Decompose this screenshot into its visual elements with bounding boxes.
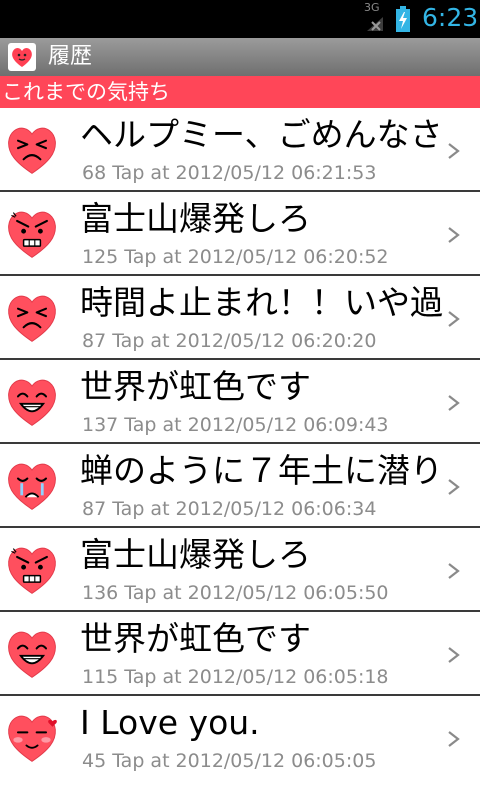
history-meta: 137 Tap at 2012/05/12 06:09:43 (82, 414, 389, 436)
status-bar: 3G 6:23 (0, 0, 480, 38)
troubled-face-icon (8, 127, 56, 174)
signal-icon (367, 17, 383, 31)
history-meta: 115 Tap at 2012/05/12 06:05:18 (82, 666, 389, 688)
page-title: 履歴 (48, 44, 93, 69)
history-list[interactable]: ヘルプミー、ごめんなさ 68 Tap at 2012/05/12 06:21:5… (0, 108, 480, 800)
history-row[interactable]: I Love you. 45 Tap at 2012/05/12 06:05:0… (0, 696, 480, 780)
history-message: 富士山爆発しろ (80, 535, 311, 574)
history-message: ヘルプミー、ごめんなさ (80, 115, 443, 154)
history-row[interactable]: 富士山爆発しろ 136 Tap at 2012/05/12 06:05:50 (0, 528, 480, 612)
crying-face-icon (8, 463, 56, 510)
chevron-right-icon (448, 479, 460, 495)
title-bar: 履歴 (0, 38, 480, 76)
history-message: 富士山爆発しろ (80, 199, 311, 238)
network-type-label: 3G (364, 1, 380, 14)
history-message: 時間よ止まれ！！いや過 (80, 283, 443, 322)
laughing-face-icon (8, 631, 56, 678)
status-time: 6:23 (422, 3, 479, 32)
angry-face-icon (8, 211, 56, 258)
chevron-right-icon (448, 311, 460, 327)
phone-screen: 3G 6:23 履歴 これまでの気持ち ヘルプミー、ごめんなさ 68 Tap a… (0, 0, 480, 800)
troubled-face-icon (8, 295, 56, 342)
laughing-face-icon (8, 379, 56, 426)
history-message: I Love you. (80, 703, 260, 742)
history-meta: 125 Tap at 2012/05/12 06:20:52 (82, 246, 389, 268)
history-meta: 87 Tap at 2012/05/12 06:20:20 (82, 330, 377, 352)
history-meta: 87 Tap at 2012/05/12 06:06:34 (82, 498, 377, 520)
love-face-icon (8, 715, 57, 762)
history-meta: 136 Tap at 2012/05/12 06:05:50 (82, 582, 389, 604)
chevron-right-icon (448, 227, 460, 243)
history-row[interactable]: ヘルプミー、ごめんなさ 68 Tap at 2012/05/12 06:21:5… (0, 108, 480, 192)
history-row[interactable]: 時間よ止まれ！！いや過 87 Tap at 2012/05/12 06:20:2… (0, 276, 480, 360)
history-meta: 68 Tap at 2012/05/12 06:21:53 (82, 162, 377, 184)
history-message: 蝉のように７年土に潜り (80, 451, 443, 490)
history-message: 世界が虹色です (80, 619, 311, 658)
chevron-right-icon (448, 395, 460, 411)
section-header: これまでの気持ち (0, 76, 480, 108)
history-row[interactable]: 富士山爆発しろ 125 Tap at 2012/05/12 06:20:52 (0, 192, 480, 276)
angry-face-icon (8, 547, 56, 594)
history-meta: 45 Tap at 2012/05/12 06:05:05 (82, 750, 377, 772)
history-message: 世界が虹色です (80, 367, 311, 406)
chevron-right-icon (448, 563, 460, 579)
chevron-right-icon (448, 647, 460, 663)
network-indicator: 3G (364, 2, 386, 32)
chevron-right-icon (448, 143, 460, 159)
history-row[interactable]: 世界が虹色です 115 Tap at 2012/05/12 06:05:18 (0, 612, 480, 696)
heart-face-icon (8, 43, 36, 71)
chevron-right-icon (448, 731, 460, 747)
history-row[interactable]: 世界が虹色です 137 Tap at 2012/05/12 06:09:43 (0, 360, 480, 444)
section-header-label: これまでの気持ち (2, 80, 170, 104)
history-row[interactable]: 蝉のように７年土に潜り 87 Tap at 2012/05/12 06:06:3… (0, 444, 480, 528)
battery-charging-icon (396, 6, 410, 32)
